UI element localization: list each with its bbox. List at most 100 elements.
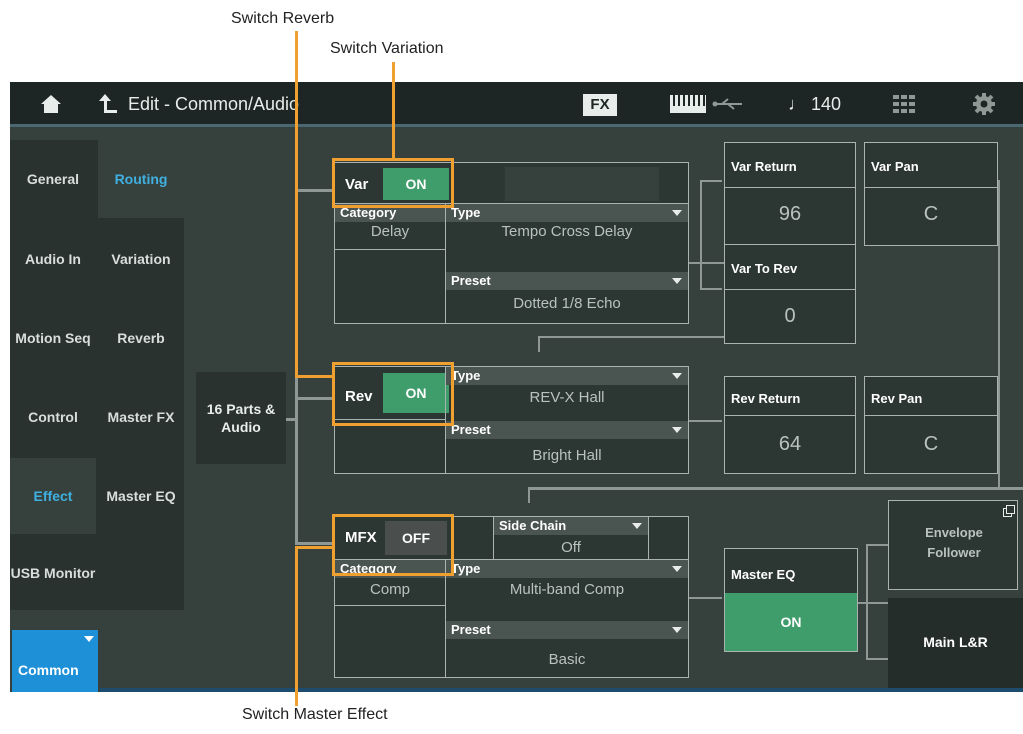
bottom-strip [100,688,1023,692]
tab-routing[interactable]: Routing [98,140,184,218]
main-lr-output: Main L&R [888,598,1023,688]
variation-preset-label: Preset [451,273,491,288]
variation-type-label: Type [451,205,481,220]
tab-usb-monitor[interactable]: USB Monitor [10,537,96,610]
common-button-label: Common [18,662,79,678]
var-return-value: 96 [778,203,802,225]
callout-line-reverb [295,375,335,378]
divider [865,187,997,188]
rev-pan-label: Rev Pan [871,391,923,406]
reverb-switch-highlight [332,362,454,426]
top-bar: Edit - Common/Audio FX ♩ 140 [10,82,1023,127]
page-title: Edit - Common/Audio [128,94,300,114]
chevron-down-icon [672,373,682,379]
route-line [998,180,1000,487]
home-icon[interactable] [40,94,62,114]
mfx-type-header: Type [446,560,688,578]
mfx-type-label: Type [451,561,481,576]
variation-type-value[interactable]: Tempo Cross Delay [446,223,688,240]
route-line [866,658,888,660]
envelope-follower-button[interactable]: Envelope Follower [888,500,1018,590]
main-lr-label: Main L&R [923,634,988,650]
reverb-preset-header: Preset [446,421,688,439]
common-button[interactable]: Common [12,630,98,692]
rev-pan-value: C [923,433,939,455]
route-line [295,189,335,192]
tab-audio-in[interactable]: Audio In [10,221,96,297]
master-eq-block: Master EQ ON [724,548,858,652]
fx-icon[interactable]: FX [583,94,617,116]
master-eq-switch-button[interactable]: ON [725,593,857,651]
var-to-rev-label: Var To Rev [731,261,798,276]
variation-type-header: Type [446,204,688,222]
route-line [688,420,722,422]
master-eq-label: Master EQ [731,567,796,582]
var-pan-label: Var Pan [871,159,919,174]
reverb-type-label: Type [451,368,481,383]
route-line [528,487,1023,490]
usb-icon [712,98,742,110]
mfx-sidechain-label: Side Chain [499,518,567,533]
rev-pan-param[interactable]: Rev Pan C [864,376,998,474]
divider [725,187,855,188]
mfx-sidechain-value[interactable]: Off [494,539,648,556]
device-screen: Edit - Common/Audio FX ♩ 140 General Aud… [10,82,1023,692]
route-line [538,336,540,352]
callout-line-variation [392,62,395,160]
variation-preset-value[interactable]: Dotted 1/8 Echo [446,295,688,312]
chevron-down-icon [672,566,682,572]
var-pan-value: C [923,203,939,225]
route-line [688,262,728,264]
switch-master-effect-callout: Switch Master Effect [242,706,388,723]
tab-master-fx[interactable]: Master FX [98,379,184,455]
callout-line-mfx [295,546,335,549]
var-to-rev-param[interactable]: Var To Rev 0 [724,244,856,344]
tab-motion-seq[interactable]: Motion Seq [10,300,96,376]
mfx-preset-value[interactable]: Basic [446,651,688,668]
route-line [700,288,722,290]
route-line [538,336,724,338]
rev-return-value: 64 [778,433,802,455]
mfx-type-value[interactable]: Multi-band Comp [446,581,688,598]
reverb-type-header: Type [446,367,688,385]
divider [648,517,649,559]
switch-reverb-callout: Switch Reverb [231,10,335,27]
variation-category-value[interactable]: Delay [335,223,445,240]
tab-control[interactable]: Control [10,379,96,455]
mfx-category-value[interactable]: Comp [335,581,445,598]
popup-icon [1003,505,1015,517]
reverb-type-value[interactable]: REV-X Hall [446,389,688,406]
var-return-param[interactable]: Var Return 96 [724,142,856,246]
rev-return-label: Rev Return [731,391,801,406]
divider [865,415,997,416]
gear-icon[interactable] [972,92,996,116]
tab-effect[interactable]: Effect [10,458,96,534]
route-line [295,397,335,400]
mfx-switch-highlight [332,514,454,576]
reverb-preset-value[interactable]: Bright Hall [446,447,688,464]
tab-master-eq[interactable]: Master EQ [98,458,184,534]
tab-variation[interactable]: Variation [98,221,184,297]
route-line [688,597,722,599]
tab-reverb[interactable]: Reverb [98,300,184,376]
back-icon[interactable] [98,92,118,114]
tab-general[interactable]: General [10,140,96,218]
chevron-down-icon [672,210,682,216]
divider [725,415,855,416]
mfx-preset-label: Preset [451,622,491,637]
variation-switch-highlight [332,158,454,208]
route-line [866,544,888,546]
mfx-preset-header: Preset [446,621,688,639]
grid-icon[interactable] [893,95,915,113]
sub-tab-empty [98,537,184,610]
callout-line-mfx [295,546,298,706]
mfx-sidechain-header: Side Chain [494,517,648,535]
switch-variation-callout: Switch Variation [330,40,444,57]
var-pan-param[interactable]: Var Pan C [864,142,998,246]
rev-return-param[interactable]: Rev Return 64 [724,376,856,474]
envelope-follower-label: Envelope Follower [925,525,983,560]
route-line [700,180,702,290]
keyboard-icon [670,95,706,113]
chevron-down-icon [672,427,682,433]
divider [335,605,445,606]
